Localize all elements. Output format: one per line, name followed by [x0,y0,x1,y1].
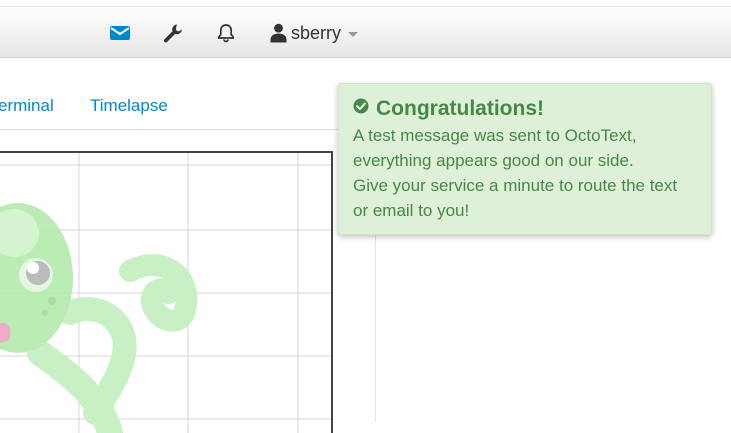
notification-line: everything appears good on our side. [353,151,634,170]
notification-title: Congratulations! [376,97,544,120]
user-menu[interactable]: sberry [270,21,359,45]
bell-icon[interactable] [215,23,237,43]
navbar: sberry [0,7,731,58]
top-edge [0,0,731,7]
username-label: sberry [291,22,342,43]
print-bed-grid [0,151,333,433]
notification-line: A test message was sent to OctoText, [353,126,637,145]
notification-line: Give your service a minute to route the … [353,176,678,195]
octopus-watermark [0,203,198,433]
tabs-divider [0,129,375,130]
check-circle-icon [353,98,369,114]
notification-line: or email to you! [353,201,470,220]
tab-terminal[interactable]: erminal [0,96,54,116]
wrench-icon[interactable] [162,23,184,43]
success-notification: Congratulations! A test message was sent… [338,83,712,235]
notification-message: A test message was sent to OctoText, eve… [353,123,697,223]
user-icon [270,23,287,43]
caret-down-icon [348,31,359,37]
envelope-icon[interactable] [109,23,131,43]
notification-title-row: Congratulations! [353,96,697,122]
tab-timelapse[interactable]: Timelapse [90,96,168,116]
